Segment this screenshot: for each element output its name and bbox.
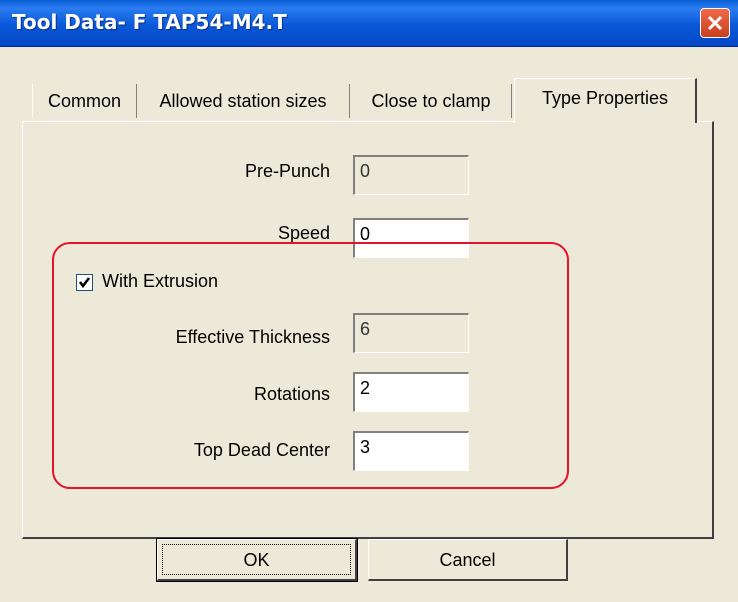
- effective-thickness-field[interactable]: 6: [353, 313, 469, 353]
- top-dead-center-label: Top Dead Center: [193, 440, 330, 460]
- tab-allowed-station-sizes-label: Allowed station sizes: [159, 91, 327, 111]
- tab-type-properties[interactable]: Type Properties: [514, 78, 697, 123]
- rotations-field[interactable]: 2: [353, 372, 469, 412]
- pre-punch-field[interactable]: 0: [353, 155, 469, 195]
- with-extrusion-label[interactable]: With Extrusion: [102, 271, 218, 292]
- focus-rectangle: [162, 544, 351, 575]
- top-dead-center-field[interactable]: 3: [353, 431, 469, 471]
- tab-allowed-station-sizes[interactable]: Allowed station sizes: [137, 84, 350, 118]
- window-title: Tool Data- F TAP54-M4.T: [12, 10, 287, 34]
- cancel-button-label: Cancel: [439, 550, 496, 570]
- cancel-button[interactable]: Cancel: [368, 539, 568, 581]
- close-button[interactable]: [700, 8, 730, 38]
- checkmark-icon: [79, 277, 90, 289]
- with-extrusion-checkbox[interactable]: [76, 274, 93, 291]
- effective-thickness-label: Effective Thickness: [175, 327, 330, 347]
- tab-common-label: Common: [47, 91, 122, 111]
- tab-strip: Common Allowed station sizes Close to cl…: [0, 47, 738, 127]
- tab-close-to-clamp-label: Close to clamp: [371, 91, 491, 111]
- speed-label: Speed: [277, 223, 330, 243]
- pre-punch-label: Pre-Punch: [244, 161, 330, 181]
- close-icon: [707, 15, 723, 31]
- tab-type-properties-label: Type Properties: [541, 88, 669, 108]
- tab-common[interactable]: Common: [32, 84, 137, 118]
- tab-close-to-clamp[interactable]: Close to clamp: [351, 84, 512, 118]
- title-bar: Tool Data- F TAP54-M4.T: [0, 0, 738, 47]
- ok-button[interactable]: OK: [156, 538, 358, 582]
- rotations-label: Rotations: [253, 384, 330, 404]
- dialog-body: Common Allowed station sizes Close to cl…: [0, 47, 738, 602]
